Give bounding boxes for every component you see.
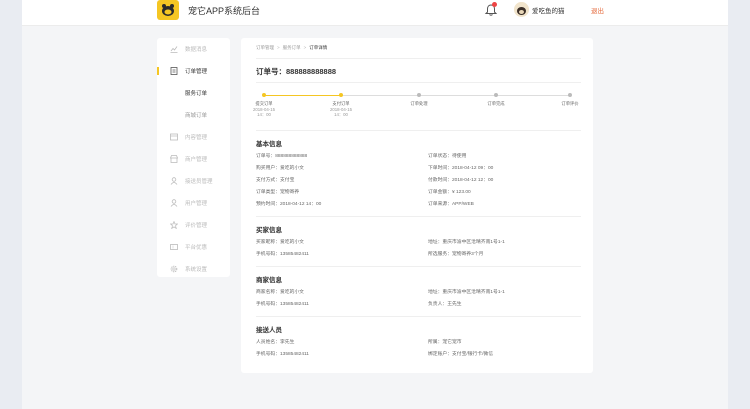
sidebar-item-label: 内容管理: [185, 135, 208, 141]
step-pay: 支付订单 2018-04-15 14：00: [321, 88, 361, 117]
sidebar-item-courier[interactable]: 接送员管理: [157, 172, 230, 190]
field-pay-time: 付款时间：2018-04-12 12：00: [428, 178, 494, 183]
sidebar-subitem-service-orders[interactable]: 服务订单: [185, 89, 207, 97]
sidebar-item-label: 评价管理: [185, 223, 208, 229]
breadcrumb-current: 订单详情: [309, 45, 328, 50]
step-dot: [494, 93, 498, 97]
order-icon: [170, 67, 178, 75]
content-icon: [170, 133, 178, 141]
notification-badge: [492, 2, 497, 7]
breadcrumb-service-orders[interactable]: 服务订单: [283, 45, 301, 51]
breadcrumb-separator: >: [303, 45, 307, 50]
field-seller-manager: 负责人：王先生: [428, 302, 462, 307]
section-title-buyer: 买家信息: [256, 227, 282, 234]
field-courier-affiliation: 所属：宠它宠市: [428, 340, 462, 345]
page-title: 订单号：888888888888: [256, 67, 337, 76]
step-review: 订单评价: [550, 88, 590, 107]
step-time: 14：00: [334, 112, 348, 117]
field-order-time: 下单时间：2018-04-12 09：00: [428, 166, 494, 171]
sidebar-item-user[interactable]: 用户管理: [157, 194, 230, 212]
step-name: 订单完成: [487, 101, 505, 106]
courier-icon: [170, 177, 178, 185]
divider: [256, 82, 581, 83]
section-title-basic: 基本信息: [256, 141, 282, 148]
sidebar-item-review[interactable]: 评价管理: [157, 216, 230, 234]
breadcrumb-orders[interactable]: 订单管理: [256, 45, 274, 51]
progress-line-pending: [341, 95, 570, 96]
field-order-type: 订单类型：宠物寄养: [256, 190, 300, 195]
section-title-seller: 商家信息: [256, 277, 282, 284]
breadcrumb-separator: >: [277, 45, 280, 50]
gear-icon: [170, 265, 178, 273]
top-bar: 宠它APP系统后台 爱吃鱼的猫 退出: [22, 0, 728, 26]
field-amount: 订单金额：¥ 123.00: [428, 190, 471, 195]
sidebar-item-merchant[interactable]: 商户管理: [157, 150, 230, 168]
app-title: 宠它APP系统后台: [188, 6, 261, 16]
coupon-icon: [170, 243, 178, 251]
field-courier-phone: 手机号码：13585482411: [256, 352, 309, 357]
divider: [256, 316, 581, 317]
step-submit: 提交订单 2018-04-15 14：00: [244, 88, 284, 117]
step-name: 订单处理: [410, 101, 428, 106]
step-name: 订单评价: [561, 101, 579, 106]
merchant-icon: [169, 155, 179, 163]
divider: [256, 266, 581, 267]
star-icon: [169, 220, 179, 230]
field-buyer-address: 地址：重庆市渝中区沧晴齐南1号1-1: [428, 240, 505, 245]
field-seller-phone: 手机号码：13585482411: [256, 302, 309, 307]
sidebar-subitem-mall-orders[interactable]: 商城订单: [185, 111, 207, 119]
field-order-status: 订单状态：待使用: [428, 154, 467, 159]
field-courier-name: 人员姓名：李先生: [256, 340, 295, 345]
sidebar-item-coupon[interactable]: 平台优惠: [157, 238, 230, 256]
divider: [256, 130, 581, 131]
sidebar-item-label: 商户管理: [185, 157, 208, 163]
app-frame: 宠它APP系统后台 爱吃鱼的猫 退出 数据消息 订单管理 服务订单 商城订单 内…: [22, 0, 728, 409]
chart-icon: [170, 45, 178, 53]
step-process: 订单处理: [399, 88, 439, 107]
breadcrumb: 订单管理 > 服务订单 > 订单详情: [256, 45, 327, 51]
avatar[interactable]: [514, 2, 529, 17]
field-seller-name: 商家名称：爱吃的小文: [256, 290, 304, 295]
step-dot: [417, 93, 421, 97]
divider: [256, 58, 581, 59]
sidebar-item-label: 订单管理: [185, 69, 208, 75]
step-dot: [568, 93, 572, 97]
sidebar-item-label: 接送员管理: [185, 179, 213, 185]
field-pay-method: 支付方式：支付宝: [256, 178, 295, 183]
section-title-courier: 接送人员: [256, 327, 282, 334]
step-dot: [262, 93, 266, 97]
sidebar-item-label: 用户管理: [185, 201, 208, 207]
sidebar-item-orders[interactable]: 订单管理: [157, 62, 230, 80]
sidebar-item-label: 系统设置: [185, 267, 208, 273]
order-detail-panel: 订单管理 > 服务订单 > 订单详情 订单号：888888888888 提交订单…: [241, 38, 593, 373]
sidebar: 数据消息 订单管理 服务订单 商城订单 内容管理 商户管理 接送员管理 用户管理…: [157, 38, 230, 277]
sidebar-item-label: 平台优惠: [185, 245, 208, 251]
sidebar-item-settings[interactable]: 系统设置: [157, 260, 230, 278]
step-complete: 订单完成: [476, 88, 516, 107]
field-source: 订单来源：APP/WEB: [428, 202, 474, 207]
user-icon: [170, 199, 178, 207]
sidebar-item-label: 数据消息: [185, 47, 208, 53]
field-buyer-nickname: 买家昵称：爱吃的小文: [256, 240, 304, 245]
logout-link[interactable]: 退出: [591, 5, 604, 15]
step-dot: [339, 93, 343, 97]
field-seller-address: 地址：重庆市渝中区沧晴齐南1号1-1: [428, 290, 505, 295]
sidebar-item-content[interactable]: 内容管理: [157, 128, 230, 146]
step-time: 14：00: [257, 112, 271, 117]
divider: [256, 216, 581, 217]
field-order-no: 订单号：888888888888: [256, 154, 308, 159]
field-appointment-time: 预约时间：2018-04-12 14：00: [256, 202, 322, 207]
sidebar-item-data[interactable]: 数据消息: [157, 40, 230, 58]
order-progress: 提交订单 2018-04-15 14：00 支付订单 2018-04-15 14…: [253, 88, 581, 128]
user-name[interactable]: 爱吃鱼的猫: [532, 5, 565, 15]
logo-icon: [157, 0, 179, 20]
field-courier-account: 绑定账户：支付宝/银行卡/微信: [428, 352, 494, 357]
field-buyer: 购买用户：爱吃的小文: [256, 166, 304, 171]
field-buyer-service: 所选服务：宠物寄养3个月: [428, 252, 484, 257]
field-buyer-phone: 手机号码：13585482411: [256, 252, 309, 257]
